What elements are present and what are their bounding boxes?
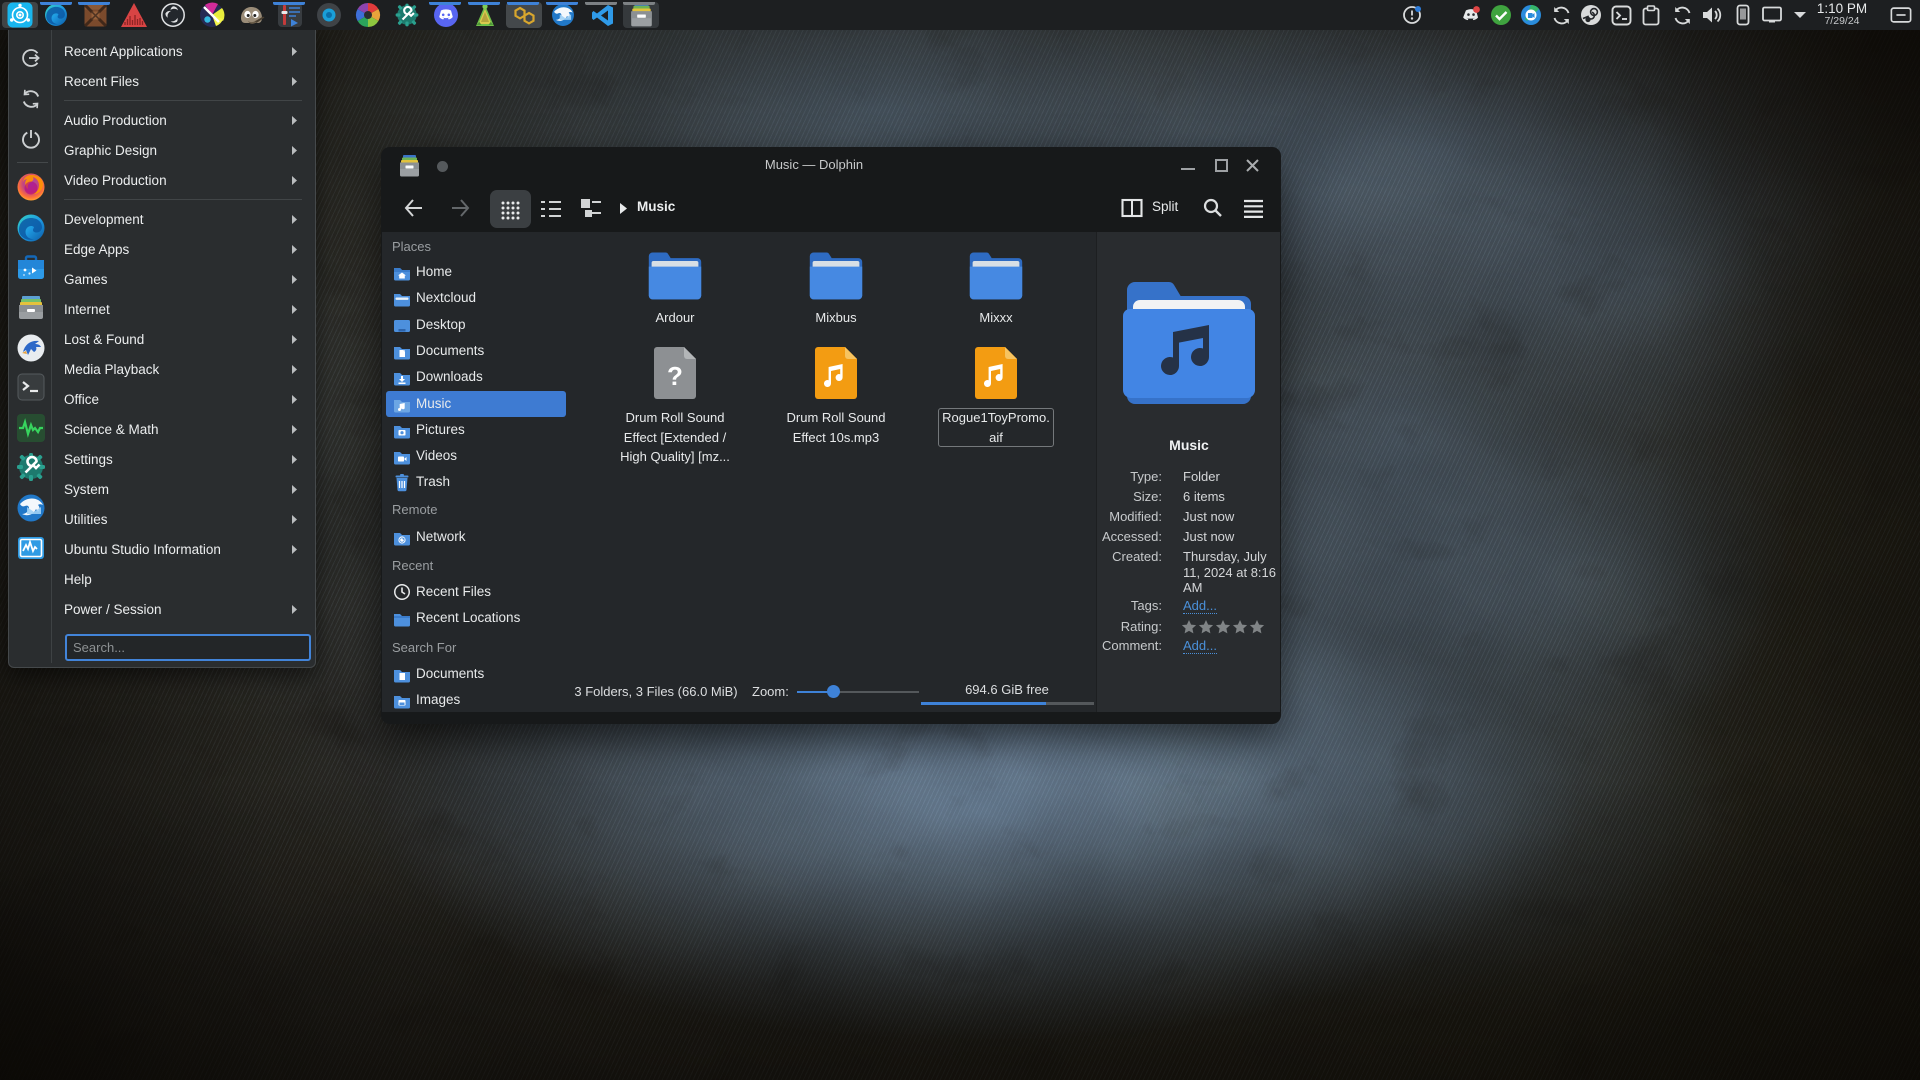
svg-text:?: ? xyxy=(667,361,683,391)
